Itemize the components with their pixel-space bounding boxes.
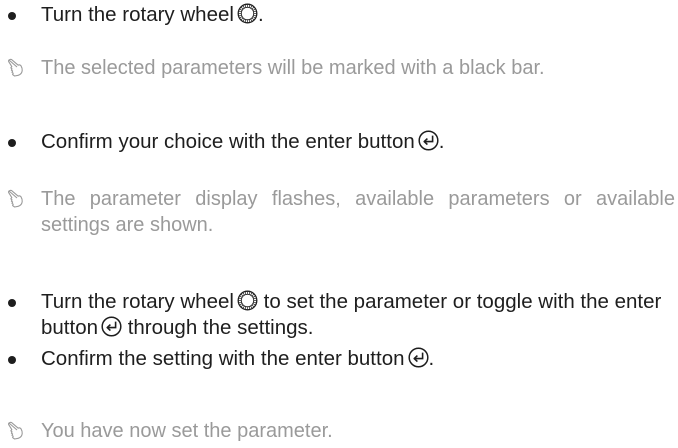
bullet-marker: [8, 356, 16, 364]
result-text: The parameter display flashes, available…: [41, 188, 675, 236]
bullet-marker: [8, 12, 16, 20]
pointing-hand-icon: [6, 57, 26, 85]
enter-button-icon: [407, 347, 429, 368]
rotary-wheel-icon: [237, 290, 258, 311]
bullet-marker: [8, 299, 16, 307]
step-text: Confirm the setting with the enter butto…: [41, 347, 435, 370]
step-text: Confirm your choice with the enter butto…: [41, 130, 445, 153]
pointing-hand-icon: [6, 188, 26, 216]
result-text: You have now set the parameter.: [41, 420, 333, 442]
step-text: Turn the rotary wheel to set the paramet…: [41, 290, 662, 339]
enter-button-icon: [101, 316, 122, 337]
result-text: The selected parameters will be marked w…: [41, 57, 545, 79]
enter-button-icon: [418, 130, 439, 151]
pointing-hand-icon: [6, 420, 26, 448]
step-text: Turn the rotary wheel.: [41, 3, 264, 26]
instruction-page: Turn the rotary wheel. The selected para…: [0, 0, 678, 448]
rotary-wheel-icon: [237, 3, 258, 24]
bullet-marker: [8, 139, 16, 147]
